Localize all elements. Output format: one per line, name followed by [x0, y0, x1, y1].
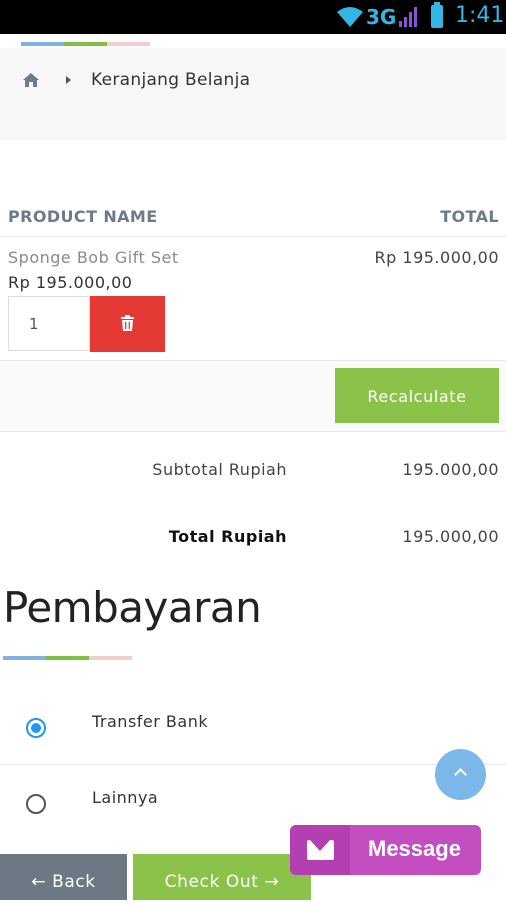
message-icon-box	[290, 825, 350, 875]
radio-transfer-bank[interactable]	[26, 718, 46, 738]
breadcrumb-current: Keranjang Belanja	[91, 70, 251, 90]
decorative-color-line	[21, 42, 150, 46]
wifi-icon	[337, 7, 363, 27]
total-label: Total Rupiah	[168, 527, 287, 546]
total-value: 195.000,00	[402, 527, 499, 546]
breadcrumb	[0, 48, 506, 140]
delete-item-button[interactable]	[90, 296, 165, 352]
trash-icon	[121, 315, 134, 331]
scroll-to-top-button[interactable]	[435, 749, 486, 800]
column-header-total: TOTAL	[440, 207, 499, 226]
divider	[0, 236, 506, 237]
back-button[interactable]: ← Back	[0, 854, 127, 900]
status-bar: 3G 1:41	[0, 0, 506, 34]
product-total: Rp 195.000,00	[374, 248, 499, 267]
product-price: Rp 195.000,00	[8, 273, 133, 292]
envelope-icon	[307, 840, 334, 860]
chevron-up-icon	[454, 768, 467, 781]
breadcrumb-separator-icon	[66, 76, 71, 84]
quantity-input[interactable]	[8, 296, 90, 351]
payment-section-title: Pembayaran	[3, 583, 262, 632]
decorative-color-line	[3, 656, 132, 660]
product-name-link[interactable]: Sponge Bob Gift Set	[8, 248, 179, 267]
status-time: 1:41	[455, 3, 505, 28]
payment-option-label: Transfer Bank	[92, 712, 209, 731]
subtotal-label: Subtotal Rupiah	[152, 460, 287, 479]
payment-option-transfer-bank[interactable]: Transfer Bank	[0, 688, 506, 764]
column-header-product: PRODUCT NAME	[8, 207, 158, 226]
message-label: Message	[368, 836, 461, 861]
subtotal-row: Subtotal Rupiah 195.000,00	[0, 443, 506, 495]
network-type: 3G	[366, 5, 397, 29]
total-row: Total Rupiah 195.000,00	[0, 510, 506, 562]
subtotal-value: 195.000,00	[402, 460, 499, 479]
home-icon[interactable]	[22, 72, 40, 88]
divider	[0, 764, 506, 765]
recalculate-button[interactable]: Recalculate	[335, 368, 499, 423]
radio-lainnya[interactable]	[26, 794, 46, 814]
divider	[0, 431, 506, 432]
payment-option-label: Lainnya	[92, 788, 159, 807]
battery-icon	[431, 2, 443, 28]
signal-icon	[399, 7, 417, 27]
checkout-button[interactable]: Check Out →	[133, 854, 311, 900]
message-button[interactable]: Message	[290, 825, 481, 875]
